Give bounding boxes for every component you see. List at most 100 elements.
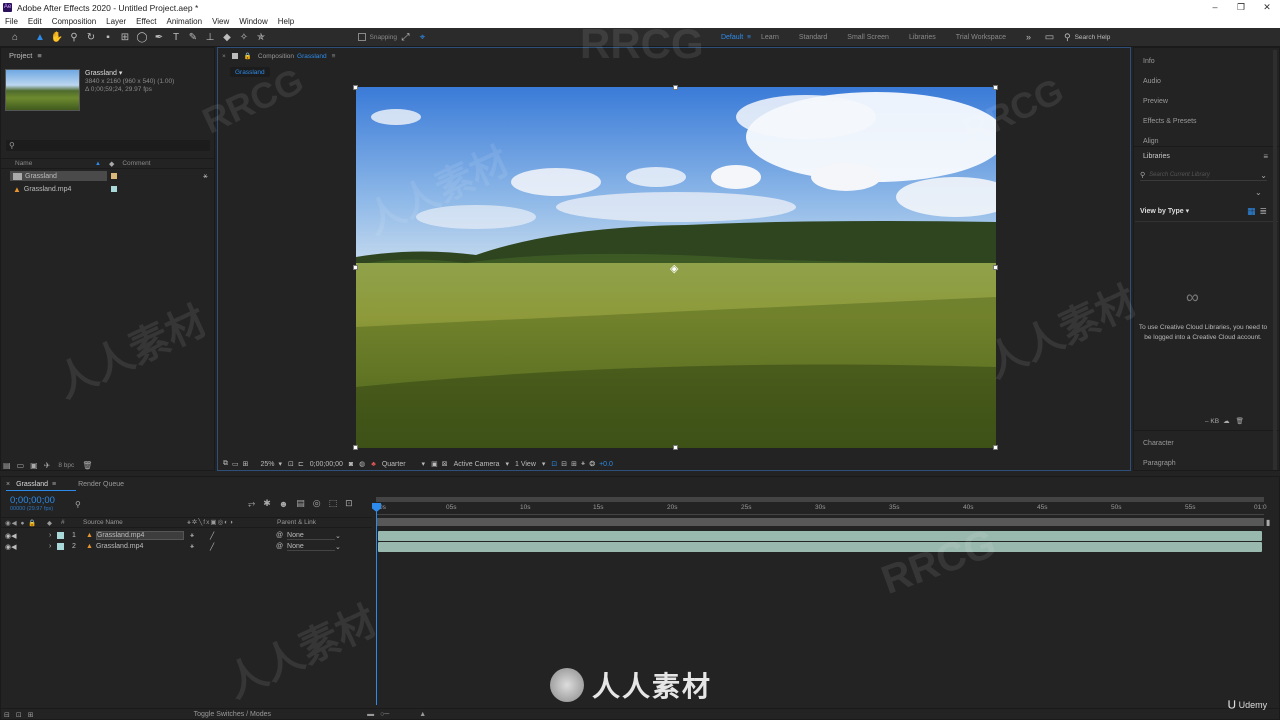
- timeline-icon[interactable]: ⊞: [571, 460, 577, 468]
- render-queue-tab[interactable]: Render Queue: [78, 481, 124, 488]
- menu-help[interactable]: Help: [273, 15, 299, 28]
- workspace-menu-icon[interactable]: ≡: [747, 34, 751, 41]
- pickwhip-icon[interactable]: @: [276, 543, 283, 550]
- chevron-down-icon[interactable]: ▾: [542, 460, 546, 468]
- toggle-pixel-icon[interactable]: ⊡: [551, 460, 557, 468]
- home-icon[interactable]: ⌂: [8, 30, 22, 44]
- view-by-type-select[interactable]: View by Type ▾: [1140, 207, 1189, 215]
- menu-animation[interactable]: Animation: [161, 15, 207, 28]
- label-color-swatch[interactable]: [111, 186, 117, 192]
- expand-chevron-icon[interactable]: ›: [49, 532, 57, 539]
- draft-3d-icon[interactable]: ✱: [263, 498, 271, 509]
- project-item-row[interactable]: Grassland: [10, 171, 107, 181]
- transform-handle[interactable]: [993, 265, 998, 270]
- composition-tab-name[interactable]: Grassland: [297, 53, 327, 60]
- zoom-tool-icon[interactable]: ⚲: [67, 30, 81, 44]
- parent-select[interactable]: None: [287, 532, 336, 540]
- minimize-button[interactable]: –: [1202, 0, 1228, 15]
- pickwhip-icon[interactable]: @: [276, 532, 283, 539]
- layer-switches-icon[interactable]: ⊟: [4, 711, 10, 719]
- delete-icon[interactable]: 🗑: [82, 461, 92, 470]
- type-tool-icon[interactable]: T: [169, 30, 183, 44]
- shy-switch-icon[interactable]: ⚹: [190, 532, 210, 540]
- view-layout-select[interactable]: 1 View: [515, 461, 536, 468]
- transform-handle[interactable]: [673, 445, 678, 450]
- exposure-value[interactable]: +0.0: [599, 461, 613, 468]
- transform-handle[interactable]: [993, 85, 998, 90]
- project-item-row[interactable]: ▲ Grassland.mp4: [10, 184, 107, 194]
- puppet-tool-icon[interactable]: ✯: [254, 30, 268, 44]
- layer-row[interactable]: ◉◀ › 2 ▲ Grassland.mp4 ⚹ ╱ @ None ⌄: [0, 541, 372, 552]
- zoom-out-icon[interactable]: ▬: [367, 711, 374, 718]
- snapshot-icon[interactable]: ◙: [349, 461, 353, 468]
- project-tab[interactable]: Project: [9, 51, 32, 60]
- current-time[interactable]: 0;00;00;00: [310, 461, 343, 468]
- av-features-icon[interactable]: ◉◀ ● 🔒: [5, 519, 47, 527]
- zoom-in-icon[interactable]: ▲: [419, 711, 426, 718]
- library-search[interactable]: ⚲ Search Current Library ⌄: [1140, 170, 1267, 181]
- tab-lock-icon[interactable]: 🔒: [244, 52, 252, 60]
- chevron-down-icon[interactable]: ⌄: [335, 543, 341, 551]
- menu-composition[interactable]: Composition: [47, 15, 101, 28]
- frame-blending-icon[interactable]: ▤: [296, 498, 305, 509]
- roi-icon[interactable]: ▣: [431, 460, 438, 468]
- selection-tool-icon[interactable]: ▲: [33, 30, 47, 44]
- end-marker-icon[interactable]: ▮: [1266, 518, 1270, 527]
- menu-view[interactable]: View: [207, 15, 234, 28]
- hand-tool-icon[interactable]: ✋: [50, 30, 64, 44]
- scrollbar[interactable]: [1273, 50, 1277, 470]
- label-color-swatch[interactable]: [111, 173, 117, 179]
- composition-breadcrumb[interactable]: Grassland: [230, 67, 270, 77]
- label-column-icon[interactable]: ◆: [47, 519, 61, 527]
- snapping-toggle[interactable]: Snapping: [357, 33, 397, 41]
- quality-switch-icon[interactable]: ╱: [210, 543, 276, 551]
- chevron-down-icon[interactable]: ⌄: [335, 532, 341, 540]
- transparency-grid-icon[interactable]: ⊠: [442, 460, 448, 468]
- new-folder-icon[interactable]: ▭: [17, 461, 25, 470]
- menu-edit[interactable]: Edit: [23, 15, 47, 28]
- timeline-current-time[interactable]: 0;00;00;00: [10, 495, 55, 506]
- close-button[interactable]: ✕: [1254, 0, 1280, 15]
- workspace-trial[interactable]: Trial Workspace: [956, 34, 1006, 41]
- layer-track-bar[interactable]: [378, 542, 1262, 552]
- effects-presets-panel-tab[interactable]: Effects & Presets: [1143, 112, 1197, 132]
- close-tab-icon[interactable]: ×: [222, 53, 226, 60]
- new-composition-icon[interactable]: ▣: [30, 461, 38, 470]
- toggle-switches-modes[interactable]: Toggle Switches / Modes: [194, 711, 271, 718]
- transfer-controls-icon[interactable]: ⊡: [16, 711, 22, 719]
- chevron-down-icon[interactable]: ⌄: [1260, 171, 1267, 180]
- paragraph-panel-tab[interactable]: Paragraph: [1143, 454, 1176, 474]
- mask-icon[interactable]: ⊏: [298, 460, 304, 468]
- fast-preview-icon[interactable]: ⊟: [561, 460, 567, 468]
- switches-icon[interactable]: ⚹✲╲fx▣◎◐◑: [187, 518, 277, 527]
- search-help[interactable]: ⚲ Search Help: [1064, 32, 1110, 43]
- panel-menu-icon[interactable]: ≡: [37, 51, 41, 60]
- resolution-select[interactable]: Quarter: [382, 461, 406, 468]
- zoom-slider[interactable]: ○─: [380, 711, 389, 718]
- menu-effect[interactable]: Effect: [131, 15, 161, 28]
- show-snapshot-icon[interactable]: ◍: [359, 460, 365, 468]
- delete-icon[interactable]: 🗑: [1236, 417, 1244, 425]
- character-panel-tab[interactable]: Character: [1143, 434, 1176, 454]
- zoom-select[interactable]: 25%: [261, 461, 275, 468]
- graph-editor-icon[interactable]: ⬚: [329, 498, 338, 509]
- quality-switch-icon[interactable]: ╱: [210, 532, 276, 540]
- transform-handle[interactable]: [353, 445, 358, 450]
- reset-exposure-icon[interactable]: ❂: [589, 460, 595, 468]
- timeline-search[interactable]: ⚲: [75, 499, 245, 509]
- parent-select[interactable]: None: [287, 543, 336, 551]
- preview-panel-tab[interactable]: Preview: [1143, 92, 1197, 112]
- list-view-icon[interactable]: ≣: [1259, 206, 1267, 217]
- snap-options-icon[interactable]: ⤢: [398, 30, 412, 44]
- shy-switch-icon[interactable]: ⚹: [190, 543, 210, 551]
- sync-settings-icon[interactable]: ▭: [1043, 30, 1057, 44]
- ellipse-tool-icon[interactable]: ◯: [135, 30, 149, 44]
- clone-stamp-tool-icon[interactable]: ⊥: [203, 30, 217, 44]
- vr-icon[interactable]: ▭: [232, 460, 239, 468]
- project-item-name[interactable]: Grassland ▾: [85, 69, 174, 77]
- motion-blur-icon[interactable]: ◎: [313, 498, 321, 509]
- layer-row[interactable]: ◉◀ › 1 ▲ Grassland.mp4 ⚹ ╱ @ None ⌄: [0, 530, 372, 541]
- rotate-tool-icon[interactable]: ↻: [84, 30, 98, 44]
- info-panel-tab[interactable]: Info: [1143, 52, 1197, 72]
- timeline-timecode[interactable]: 0;00;00;00 00000 (29.97 fps): [10, 495, 55, 512]
